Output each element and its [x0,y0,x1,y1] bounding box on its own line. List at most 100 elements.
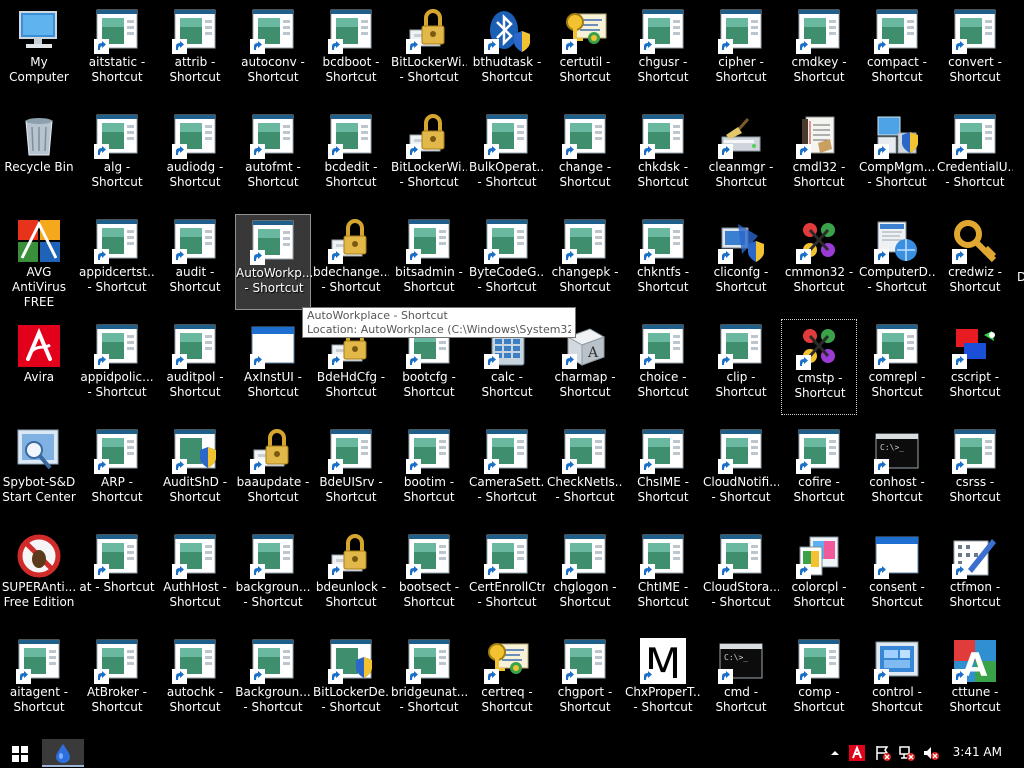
shortcut-arrow-icon [796,39,811,54]
desktop-icon-change[interactable]: change - Shortcut [547,109,623,205]
desktop-icon-certreq[interactable]: certreq - Shortcut [469,634,545,730]
desktop-icon-avg[interactable]: AVG AntiVirus FREE [1,214,77,310]
desktop-icon-cloudnotifi[interactable]: CloudNotifi... - Shortcut [703,424,779,520]
desktop-icon-certenrollctrl[interactable]: CertEnrollCtrl - Shortcut [469,529,545,625]
desktop-icon-label: conhost - Shortcut [869,475,925,504]
desktop-icon-autoworkp[interactable]: AutoWorkp... - Shortcut [235,214,312,310]
desktop-icon-camerasett[interactable]: CameraSett... - Shortcut [469,424,545,520]
desktop-icon-baaupdate[interactable]: baaupdate - Shortcut [235,424,311,520]
tray-avira-icon[interactable] [848,744,866,762]
desktop-icon-arp[interactable]: ARP - Shortcut [79,424,155,520]
desktop-icon-auditpol[interactable]: auditpol - Shortcut [157,319,233,415]
tray-chevron-up-icon[interactable] [826,744,844,762]
desktop-icon-attrib[interactable]: attrib - Shortcut [157,4,233,100]
desktop-icon-csrss[interactable]: csrss - Shortcut [937,424,1013,520]
desktop-icon-my[interactable]: My Computer [1,4,77,100]
desktop-icon-bitlockerwi[interactable]: BitLockerWi... - Shortcut [391,109,467,205]
desktop-icon-autochk[interactable]: autochk - Shortcut [157,634,233,730]
desktop-icon-cmd[interactable]: C:\>_ cmd - Shortcut [703,634,779,730]
desktop-icon-bdeunlock[interactable]: bdeunlock - Shortcut [313,529,389,625]
desktop-icon-chgusr[interactable]: chgusr - Shortcut [625,4,701,100]
desktop-icon-superanti[interactable]: SUPERAnti... Free Edition [1,529,77,625]
desktop-icon-cmstp[interactable]: cmstp - Shortcut [781,319,857,415]
desktop-icon-bcdboot[interactable]: bcdboot - Shortcut [313,4,389,100]
desktop-icon-bootim[interactable]: bootim - Shortcut [391,424,467,520]
start-button[interactable] [0,738,40,768]
desktop-icon-audiodg[interactable]: audiodg - Shortcut [157,109,233,205]
desktop-icon-conhost[interactable]: C:\>_ conhost - Shortcut [859,424,935,520]
desktop-icon-chgport[interactable]: chgport - Shortcut [547,634,623,730]
desktop-icon-cleanmgr[interactable]: cleanmgr - Shortcut [703,109,779,205]
desktop-icon-compmgm[interactable]: CompMgm... - Shortcut [859,109,935,205]
desktop-icon-audit[interactable]: audit - Shortcut [157,214,233,310]
desktop-icon-backgroun[interactable]: Backgroun... - Shortcut [235,634,311,730]
desktop[interactable]: My Computer aitstatic - Shortcut attrib - … [0,0,1024,738]
desktop-icon-cscript[interactable]: cscript - Shortcut [937,319,1013,415]
desktop-icon-backgroun[interactable]: backgroun... - Shortcut [235,529,311,625]
app-icon [250,219,296,265]
desktop-icon-changepk[interactable]: changepk - Shortcut [547,214,623,310]
taskbar-clock[interactable]: 3:41 AM [953,745,1002,759]
desktop-icon-bytecodeg[interactable]: ByteCodeG... - Shortcut [469,214,545,310]
tray-volume-muted-icon[interactable] [922,744,940,762]
desktop-icon-control[interactable]: control - Shortcut [859,634,935,730]
desktop-icon-spybot-s-d[interactable]: Spybot-S&D Start Center [1,424,77,520]
desktop-icon-avira[interactable]: Avira [1,319,77,415]
desktop-icon-aitstatic[interactable]: aitstatic - Shortcut [79,4,155,100]
desktop-icon-convert[interactable]: convert - Shortcut [937,4,1013,100]
desktop-icon-authhost[interactable]: AuthHost - Shortcut [157,529,233,625]
desktop-icon-comrepl[interactable]: comrepl - Shortcut [859,319,935,415]
desktop-icon-cofire[interactable]: cofire - Shortcut [781,424,857,520]
desktop-icon-credentialu[interactable]: CredentialU... - Shortcut [937,109,1013,205]
desktop-icon-label: ARP - Shortcut [91,475,143,504]
desktop-icon-recycle[interactable]: Recycle Bin [1,109,77,205]
desktop-icon-cttune[interactable]: Acttune - Shortcut [937,634,1013,730]
desktop-icon-bitsadmin[interactable]: bitsadmin - Shortcut [391,214,467,310]
desktop-icon-chxpropert[interactable]: M ChxProperT... - Shortcut [625,634,701,730]
desktop-icon-bthudtask[interactable]: bthudtask - Shortcut [469,4,545,100]
desktop-icon-cliconfg[interactable]: cliconfg - Shortcut [703,214,779,310]
desktop-icon-colorcpl[interactable]: colorcpl - Shortcut [781,529,857,625]
tray-flag-error-icon[interactable] [874,744,892,762]
desktop-icon-bitlockerwi[interactable]: BitLockerWi... - Shortcut [391,4,467,100]
desktop-icon-bitlockerde[interactable]: BitLockerDe... - Shortcut [313,634,389,730]
desktop-icon-chkdsk[interactable]: chkdsk - Shortcut [625,109,701,205]
desktop-icon-bootsect[interactable]: bootsect - Shortcut [391,529,467,625]
desktop-icon-consent[interactable]: consent - Shortcut [859,529,935,625]
desktop-icon-aitagent[interactable]: aitagent - Shortcut [1,634,77,730]
desktop-icon-chkntfs[interactable]: chkntfs - Shortcut [625,214,701,310]
desktop-icon-cmdl32[interactable]: cmdl32 - Shortcut [781,109,857,205]
desktop-icon-certutil[interactable]: certutil - Shortcut [547,4,623,100]
desktop-icon-credwiz[interactable]: credwiz - Shortcut [937,214,1013,310]
desktop-icon-chglogon[interactable]: chglogon - Shortcut [547,529,623,625]
desktop-icon-cmmon32[interactable]: cmmon32 - Shortcut [781,214,857,310]
desktop-icon-bridgeunat[interactable]: bridgeunat... - Shortcut [391,634,467,730]
desktop-icon-appidpolic[interactable]: appidpolic... - Shortcut [79,319,155,415]
desktop-icon-clip[interactable]: clip - Shortcut [703,319,779,415]
desktop-icon-atbroker[interactable]: AtBroker - Shortcut [79,634,155,730]
desktop-icon-autoconv[interactable]: autoconv - Shortcut [235,4,311,100]
desktop-icon-alg[interactable]: alg - Shortcut [79,109,155,205]
desktop-icon-auditshd[interactable]: AuditShD - Shortcut [157,424,233,520]
desktop-icon-chsime[interactable]: ChsIME - Shortcut [625,424,701,520]
desktop-icon-bulkoperat[interactable]: BulkOperat... - Shortcut [469,109,545,205]
desktop-icon-bcdedit[interactable]: bcdedit - Shortcut [313,109,389,205]
desktop-icon-at[interactable]: at - Shortcut [79,529,155,625]
desktop-icon-appidcertst[interactable]: appidcertst... - Shortcut [79,214,155,310]
desktop-icon-comp[interactable]: comp - Shortcut [781,634,857,730]
desktop-icon-ctfmon[interactable]: ctfmon - Shortcut [937,529,1013,625]
desktop-icon-choice[interactable]: choice - Shortcut [625,319,701,415]
desktop-icon-computerd[interactable]: ComputerD... - Shortcut [859,214,935,310]
desktop-icon-chtime[interactable]: ChtIME - Shortcut [625,529,701,625]
desktop-icon-cmdkey[interactable]: cmdkey - Shortcut [781,4,857,100]
desktop-icon-bdeuisrv[interactable]: BdeUISrv - Shortcut [313,424,389,520]
desktop-icon-bdechange[interactable]: bdechange... - Shortcut [313,214,389,310]
desktop-icon-checknetis[interactable]: CheckNetIs... - Shortcut [547,424,623,520]
desktop-icon-autofmt[interactable]: autofmt - Shortcut [235,109,311,205]
desktop-icon-cloudstora[interactable]: CloudStora... - Shortcut [703,529,779,625]
tray-network-error-icon[interactable] [898,744,916,762]
desktop-icon-cipher[interactable]: cipher - Shortcut [703,4,779,100]
taskbar-app-button[interactable] [42,739,84,767]
desktop-icon-compact[interactable]: compact - Shortcut [859,4,935,100]
desktop-icon-axinstui[interactable]: AxInstUI - Shortcut [235,319,311,415]
